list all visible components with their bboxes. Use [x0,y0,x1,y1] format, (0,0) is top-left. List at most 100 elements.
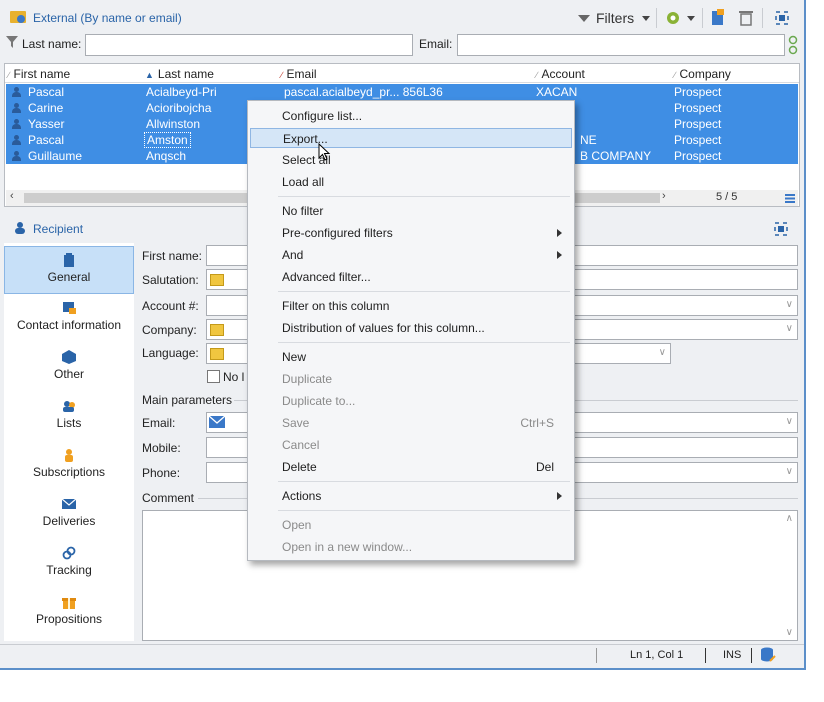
nav-item-lists[interactable]: Lists [4,393,134,441]
submenu-arrow-icon [557,492,562,500]
chevron-down-icon[interactable]: ∨ [786,299,793,310]
database-icon[interactable] [760,647,776,663]
nav-item-subscriptions[interactable]: Subscriptions [4,442,134,490]
menu-separator [278,510,570,511]
cell-company: Prospect [674,101,722,115]
menu-item-duplicate[interactable]: Duplicate [250,369,572,389]
scroll-left-icon[interactable]: ‹ [10,190,14,202]
menu-item-distribution[interactable]: Distribution of values for this column..… [250,318,572,338]
menu-item-delete[interactable]: Delete Del [250,457,572,477]
chevron-down-icon[interactable]: ∨ [659,347,666,358]
column-header-lastname[interactable]: ▲ Last name [145,67,214,81]
email-filter-input[interactable] [457,34,785,56]
scroll-up-icon[interactable]: ∧ [786,513,793,524]
salutation-label: Salutation: [142,273,199,287]
column-header-account[interactable]: ∕ Account [536,67,585,81]
toolbar-divider [702,8,703,28]
chevron-down-icon[interactable]: ∨ [786,416,793,427]
menu-item-and[interactable]: And [250,245,572,265]
status-divider [751,648,752,663]
folder-icon [10,11,26,23]
menu-item-cancel[interactable]: Cancel [250,435,572,455]
detail-nav: General Contact information Other Lists … [4,243,134,641]
shortcut-label: Ctrl+S [520,416,554,430]
menu-icon[interactable] [785,193,795,203]
comment-label: Comment [142,491,195,505]
actions-button[interactable] [664,7,695,29]
menu-item-open[interactable]: Open [250,515,572,535]
company-label: Company: [142,323,197,337]
cell-company: Prospect [674,85,722,99]
nav-item-general[interactable]: General [4,246,134,294]
cell-account: XACAN [536,85,578,99]
new-button[interactable] [710,7,726,29]
menu-item-load-all[interactable]: Load all [250,172,572,192]
scroll-right-icon[interactable]: › [662,190,666,202]
menu-item-advanced-filter[interactable]: Advanced filter... [250,267,572,287]
group-icon [63,401,75,412]
menu-separator [278,196,570,197]
grid-header: ∕ First name ▲ Last name ∕ Email ∕ Account ∕… [5,64,799,83]
cell-firstname: Yasser [28,117,65,131]
column-header-email[interactable]: ∕ Email [281,67,317,81]
menu-separator [278,291,570,292]
no-longer-contact-label: No l [223,370,245,384]
chevron-down-icon[interactable]: ∨ [786,323,793,334]
chevron-down-icon [687,15,695,21]
trash-icon [739,11,753,26]
menu-item-duplicate-to[interactable]: Duplicate to... [250,391,572,411]
subscription-icon [65,449,73,462]
lastname-filter-label: Last name: [22,37,82,51]
menu-item-new[interactable]: New [250,347,572,367]
cursor-position: Ln 1, Col 1 [630,649,684,661]
detail-title: Recipient [33,222,84,236]
insert-mode: INS [723,649,742,661]
status-divider [705,648,706,663]
filters-button[interactable]: Filters [578,7,651,29]
menu-item-open-new-window[interactable]: Open in a new window... [250,537,572,557]
lastname-filter-input[interactable] [85,34,413,56]
expand-icon [775,11,789,25]
person-icon [12,87,21,97]
menu-item-preconfigured-filters[interactable]: Pre-configured filters [250,223,572,243]
nav-item-deliveries[interactable]: Deliveries [4,491,134,539]
nav-item-contact-information[interactable]: Contact information [4,295,134,343]
expand-icon[interactable] [773,221,789,237]
cell-company: Prospect [674,133,722,147]
status-bar: Ln 1, Col 1 INS [0,644,804,666]
menu-item-filter-column[interactable]: Filter on this column [250,296,572,316]
nav-item-tracking[interactable]: Tracking [4,540,134,588]
menu-item-save[interactable]: Save Ctrl+S [250,413,572,433]
cell-lastname: Anqsch [146,149,187,163]
cell-company: Prospect [674,117,722,131]
scroll-down-icon[interactable]: ∨ [786,627,793,638]
delete-button[interactable] [738,7,754,29]
mobile-label: Mobile: [142,441,181,455]
cell-firstname: Carine [28,101,64,115]
no-longer-contact-checkbox[interactable] [207,370,220,383]
filters-label: Filters [596,10,635,26]
envelope-icon[interactable] [209,416,225,428]
menu-item-no-filter[interactable]: No filter [250,201,572,221]
column-header-company[interactable]: ∕ Company [674,67,731,81]
refresh-icon[interactable] [788,35,798,55]
list-icon [210,324,224,336]
mouse-cursor-icon [318,143,331,161]
menu-item-select-all[interactable]: Select all [250,150,572,170]
table-row[interactable]: Pascal Acialbeyd-Pri pascal.acialbeyd_pr… [6,84,798,100]
cell-lastname: Acialbeyd-Pri [146,85,217,99]
column-header-firstname[interactable]: ∕ First name [8,67,70,81]
nav-item-propositions[interactable]: Propositions [4,589,134,637]
gear-icon [667,12,679,24]
maximize-button[interactable] [773,7,791,29]
cell-lastname: Amston [144,132,191,148]
menu-item-export[interactable]: Export... [250,128,572,148]
list-icon [210,348,224,360]
chevron-down-icon[interactable]: ∨ [786,466,793,477]
cell-firstname: Guillaume [28,149,83,163]
menu-item-actions[interactable]: Actions [250,486,572,506]
nav-item-other[interactable]: Other [4,344,134,392]
menu-item-configure-list[interactable]: Configure list... [250,106,572,126]
filter-icon [6,36,18,48]
person-icon [12,103,21,113]
